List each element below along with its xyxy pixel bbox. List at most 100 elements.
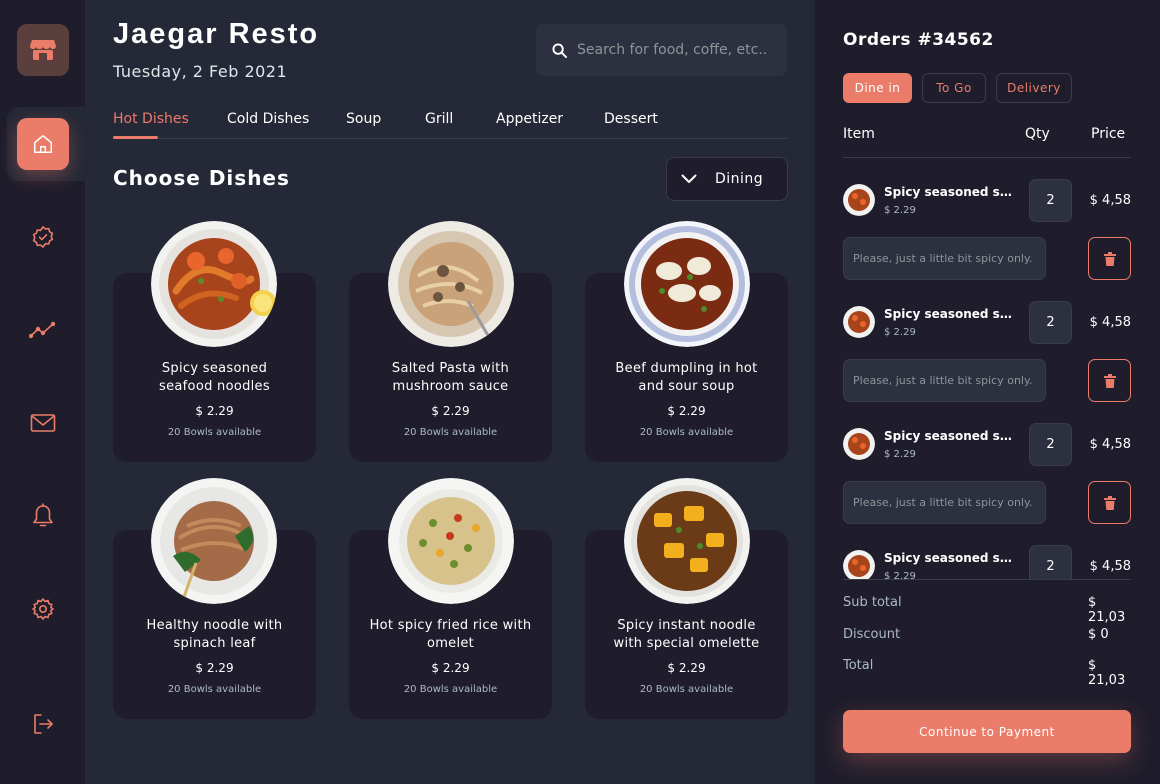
order-item-thumbnail [843, 428, 875, 460]
dish-image-healthy-noodle [151, 478, 277, 604]
column-header-item: Item [843, 126, 875, 142]
column-header-price: Price [1091, 126, 1126, 142]
store-icon [30, 40, 56, 60]
order-item-thumbnail [843, 306, 875, 338]
total-label: Total [843, 658, 874, 673]
order-item-unit-price: $ 2.29 [884, 205, 916, 216]
sidebar-item-settings[interactable] [17, 583, 69, 635]
delete-item-button[interactable] [1088, 237, 1131, 280]
discount-label: Discount [843, 627, 901, 642]
order-item-name: Spicy seasoned sea... [884, 429, 1014, 443]
order-item-total: $ 4,58 [1089, 437, 1131, 452]
order-item-name: Spicy seasoned sea... [884, 551, 1014, 565]
dining-dropdown[interactable]: Dining [666, 157, 788, 201]
search-bar[interactable] [536, 24, 787, 76]
dish-name: Spicy instant noodle with special omelet… [613, 618, 760, 651]
order-note-input[interactable] [853, 496, 1043, 509]
dish-name: Hot spicy fried rice with omelet [369, 618, 532, 651]
dish-price: $ 2.29 [195, 661, 234, 675]
orders-panel: Orders #34562 Dine in To Go Delivery Ite… [815, 0, 1160, 784]
order-item-unit-price: $ 2.29 [884, 327, 916, 338]
order-item-total: $ 4,58 [1089, 559, 1131, 574]
dish-name: Healthy noodle with spinach leaf [146, 618, 283, 651]
tab-active-underline [113, 136, 158, 139]
order-type-dine-in[interactable]: Dine in [843, 73, 912, 103]
delete-item-button[interactable] [1088, 359, 1131, 402]
trash-icon [1103, 495, 1116, 510]
category-tabs: Hot Dishes Cold Dishes Soup Grill Appeti… [113, 108, 788, 139]
dining-dropdown-value: Dining [715, 171, 764, 187]
order-note-field[interactable] [843, 237, 1046, 280]
home-icon [34, 135, 52, 153]
order-type-to-go[interactable]: To Go [922, 73, 986, 103]
current-date: Tuesday, 2 Feb 2021 [113, 62, 288, 81]
order-item: Spicy seasoned sea... $ 2.29 2 $ 4,58 [815, 524, 1160, 579]
summary-divider [843, 579, 1131, 580]
order-item-name: Spicy seasoned sea... [884, 185, 1014, 199]
continue-to-payment-button[interactable]: Continue to Payment [843, 710, 1131, 753]
trash-icon [1103, 251, 1116, 266]
tab-cold-dishes[interactable]: Cold Dishes [227, 111, 309, 127]
dish-name: Spicy seasoned seafood noodles [159, 361, 270, 394]
order-item: Spicy seasoned sea... $ 2.29 2 $ 4,58 [815, 402, 1160, 524]
search-input[interactable] [577, 42, 777, 58]
tab-dessert[interactable]: Dessert [604, 111, 658, 127]
order-item-unit-price: $ 2.29 [884, 571, 916, 579]
dish-availability: 20 Bowls available [403, 427, 498, 438]
order-item-total: $ 4,58 [1089, 315, 1131, 330]
sidebar-item-logout[interactable] [17, 698, 69, 750]
logout-icon [34, 714, 53, 734]
order-item-total: $ 4,58 [1089, 193, 1131, 208]
tab-soup[interactable]: Soup [346, 111, 381, 127]
dish-availability: 20 Bowls available [167, 427, 262, 438]
dish-name: Salted Pasta with mushroom sauce [391, 361, 510, 394]
sidebar-item-home[interactable] [17, 118, 69, 170]
discount-value: $ 0 [1088, 627, 1109, 642]
dish-availability: 20 Bowls available [403, 684, 498, 695]
order-type-delivery[interactable]: Delivery [996, 73, 1072, 103]
dish-image-seafood-noodles [151, 221, 277, 347]
order-item-name: Spicy seasoned sea... [884, 307, 1014, 321]
tab-hot-dishes[interactable]: Hot Dishes [113, 111, 189, 127]
dish-price: $ 2.29 [431, 661, 470, 675]
order-item-thumbnail [843, 184, 875, 216]
quantity-field[interactable]: 2 [1029, 423, 1072, 466]
dish-image-salted-pasta [388, 221, 514, 347]
dish-availability: 20 Bowls available [639, 427, 734, 438]
bell-icon [33, 503, 53, 527]
subtotal-value: $ 21,03 [1088, 595, 1126, 625]
dish-image-instant-noodle [624, 478, 750, 604]
search-icon [552, 42, 567, 58]
order-list[interactable]: Spicy seasoned sea... $ 2.29 2 $ 4,58 Sp… [815, 158, 1160, 579]
dish-image-beef-dumpling [624, 221, 750, 347]
dish-price: $ 2.29 [667, 661, 706, 675]
sidebar [0, 0, 86, 784]
tab-appetizer[interactable]: Appetizer [496, 111, 563, 127]
dish-price: $ 2.29 [667, 404, 706, 418]
order-item: Spicy seasoned sea... $ 2.29 2 $ 4,58 [815, 158, 1160, 280]
quantity-field[interactable]: 2 [1029, 179, 1072, 222]
column-header-qty: Qty [1025, 126, 1050, 142]
order-item-thumbnail [843, 550, 875, 579]
subtotal-label: Sub total [843, 595, 902, 610]
order-note-input[interactable] [853, 252, 1043, 265]
dish-price: $ 2.29 [195, 404, 234, 418]
gear-icon [32, 598, 54, 620]
order-note-input[interactable] [853, 374, 1043, 387]
sidebar-item-dashboard[interactable] [17, 304, 69, 356]
order-note-field[interactable] [843, 481, 1046, 524]
delete-item-button[interactable] [1088, 481, 1131, 524]
restaurant-title: Jaegar Resto [113, 18, 320, 50]
sidebar-item-discount[interactable] [17, 211, 69, 263]
dish-availability: 20 Bowls available [167, 684, 262, 695]
section-title: Choose Dishes [113, 166, 290, 190]
sidebar-item-messages[interactable] [17, 397, 69, 449]
total-value: $ 21,03 [1088, 658, 1126, 688]
tab-grill[interactable]: Grill [425, 111, 453, 127]
order-note-field[interactable] [843, 359, 1046, 402]
dish-name: Beef dumpling in hot and sour soup [615, 361, 758, 394]
sidebar-item-notifications[interactable] [17, 490, 69, 542]
quantity-field[interactable]: 2 [1029, 545, 1072, 579]
quantity-field[interactable]: 2 [1029, 301, 1072, 344]
store-logo[interactable] [17, 24, 69, 76]
